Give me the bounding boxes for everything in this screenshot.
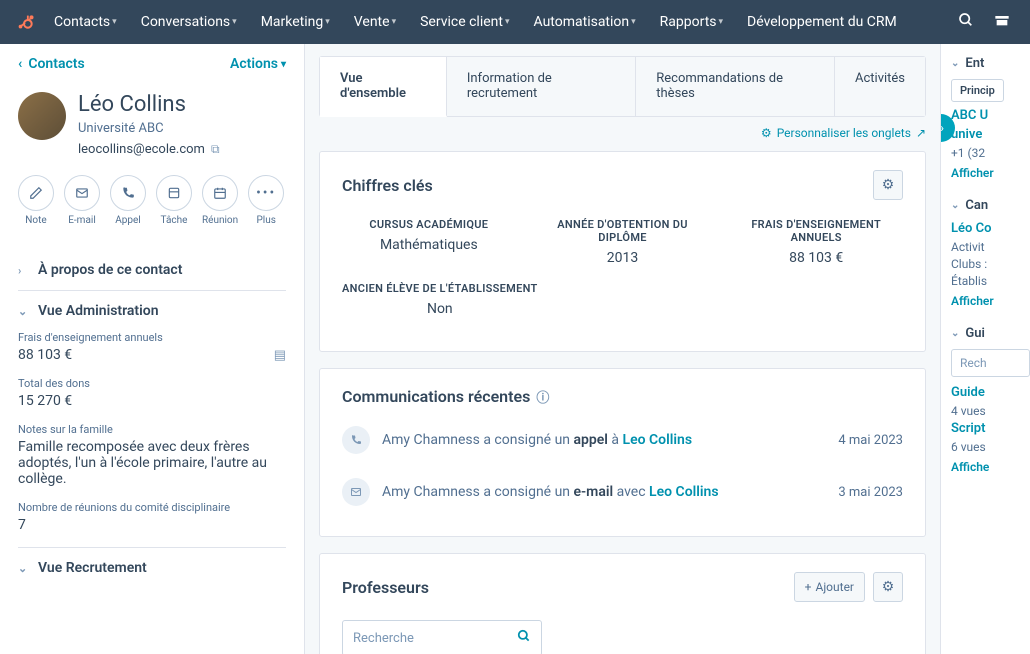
guide-search[interactable]: Rech [951,349,1030,377]
nav-rapports[interactable]: Rapports▾ [650,0,733,44]
rp-section-companies[interactable]: ⌄ Ent [951,56,1030,71]
candidate-link[interactable]: Léo Co [951,221,1030,236]
contact-name: Léo Collins [78,92,220,117]
communication-date: 3 mai 2023 [838,485,903,500]
field-label: Nombre de réunions du comité disciplinai… [18,501,286,514]
card-settings-button[interactable]: ⚙ [873,572,903,602]
task-button[interactable]: Tâche [156,175,192,226]
actions-dropdown[interactable]: Actions ▾ [230,56,286,72]
communication-date: 4 mai 2023 [838,433,903,448]
field-value: Famille recomposée avec deux frères adop… [18,439,286,487]
nav-marketing[interactable]: Marketing▾ [251,0,340,44]
tab-thesis-recommendations[interactable]: Recommandations de thèses [636,57,835,116]
gear-icon: ⚙ [882,579,895,595]
chevron-down-icon: ▾ [281,59,286,70]
left-sidebar: ‹ Contacts Actions ▾ Léo Collins Univers… [0,44,305,654]
field-value: 7 [18,517,26,533]
search-input[interactable]: Recherche [342,620,542,654]
card-title: Professeurs [342,578,429,597]
nav-vente[interactable]: Vente▾ [344,0,406,44]
section-about[interactable]: › À propos de ce contact [18,250,286,290]
email-button[interactable]: E-mail [64,175,100,226]
plus-icon: + [805,580,812,594]
nav-service-client[interactable]: Service client▾ [410,0,519,44]
search-icon [517,629,531,647]
nav-contacts[interactable]: Contacts▾ [44,0,127,44]
field-label: Notes sur la famille [18,423,286,436]
tabs: Vue d'ensemble Information de recrutemen… [319,56,926,117]
kpi-label: ANNÉE D'OBTENTION DU DIPLÔME [536,218,710,244]
card-title: Chiffres clés [342,176,433,195]
company-phone: +1 (32 [951,146,1030,160]
tab-overview[interactable]: Vue d'ensemble [320,57,447,117]
meeting-button[interactable]: Réunion [202,175,238,226]
nav-automatisation[interactable]: Automatisation▾ [524,0,646,44]
kpi-label: FRAIS D'ENSEIGNEMENT ANNUELS [729,218,903,244]
chevron-down-icon: ⌄ [951,200,959,211]
company-link[interactable]: unive [951,127,1030,142]
card-title: Communications récentes [342,387,530,406]
tab-activities[interactable]: Activités [835,57,925,116]
call-icon [342,426,370,454]
contact-company: Université ABC [78,121,220,136]
call-button[interactable]: Appel [110,175,146,226]
company-link[interactable]: ABC U [951,108,1030,123]
info-icon[interactable]: ⓘ [536,387,549,406]
chevron-right-icon: › [18,264,28,277]
chevron-down-icon: ⌄ [18,305,28,318]
show-more-link[interactable]: Affiche [951,460,1030,474]
tab-recruitment-info[interactable]: Information de recrutement [447,57,636,116]
marketplace-icon[interactable] [986,12,1018,32]
chevron-down-icon: ⌄ [951,58,959,69]
nav-developpement-crm[interactable]: Développement du CRM [737,0,907,44]
kpi-value: 2013 [536,250,710,266]
chevron-left-icon: ‹ [18,56,22,72]
show-more-link[interactable]: Afficher [951,294,1030,308]
professors-card: Professeurs +Ajouter ⚙ Recherche Libellé… [319,553,926,654]
field-label: Total des dons [18,377,286,390]
kpi-label: ANCIEN ÉLÈVE DE L'ÉTABLISSEMENT [342,282,538,295]
kpi-value: Non [342,301,538,317]
section-recruit[interactable]: ⌄ Vue Recrutement [18,547,286,588]
communication-item[interactable]: Amy Chamness a consigné un e-mail avec L… [342,466,903,518]
hubspot-logo[interactable] [12,8,40,36]
communications-card: Communications récentes ⓘ Amy Chamness a… [319,368,926,537]
add-button[interactable]: +Ajouter [794,572,865,602]
field-value: 15 270 € [18,393,72,409]
copy-icon[interactable]: ⧉ [211,142,220,157]
primary-chip: Princip [951,79,1004,102]
field-value: 88 103 € [18,347,72,363]
external-link-icon: ↗ [916,126,926,140]
section-admin[interactable]: ⌄ Vue Administration [18,290,286,331]
kpi-label: CURSUS ACADÉMIQUE [342,218,516,231]
communication-item[interactable]: Amy Chamness a consigné un appel à Leo C… [342,414,903,466]
note-button[interactable]: Note [18,175,54,226]
main-content: Vue d'ensemble Information de recrutemen… [305,44,940,654]
kpi-value: Mathématiques [342,237,516,253]
rp-section-guides[interactable]: ⌄ Gui [951,326,1030,341]
back-to-contacts[interactable]: ‹ Contacts [18,56,85,72]
guide-link[interactable]: Script [951,421,1030,436]
contact-email: leocollins@ecole.com [78,142,205,157]
field-label: Frais d'enseignement annuels [18,331,286,344]
chevron-down-icon: ⌄ [951,328,959,339]
email-icon [342,478,370,506]
card-settings-button[interactable]: ⚙ [873,170,903,200]
search-icon[interactable] [950,12,982,32]
nav-conversations[interactable]: Conversations▾ [131,0,247,44]
avatar[interactable] [18,92,66,140]
customize-tabs-link[interactable]: ⚙ Personnaliser les onglets ↗ [761,126,926,140]
gear-icon: ⚙ [761,126,772,140]
details-icon[interactable]: ▤ [274,348,286,363]
rp-section-candidates[interactable]: ⌄ Can [951,198,1030,213]
kpi-card: Chiffres clés ⚙ CURSUS ACADÉMIQUE Mathém… [319,151,926,352]
show-more-link[interactable]: Afficher [951,166,1030,180]
top-navigation: Contacts▾ Conversations▾ Marketing▾ Vent… [0,0,1030,44]
guide-link[interactable]: Guide [951,385,1030,400]
more-button[interactable]: ••• Plus [248,175,284,226]
gear-icon: ⚙ [882,177,895,193]
right-panel: » ⌄ Ent Princip ABC U unive +1 (32 Affic… [940,44,1030,654]
kpi-value: 88 103 € [729,250,903,266]
chevron-down-icon: ⌄ [18,562,28,575]
